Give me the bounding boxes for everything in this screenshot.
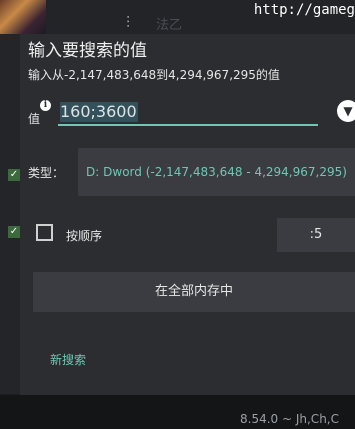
- type-label: 类型：: [28, 166, 65, 180]
- order-label: 按顺序: [66, 229, 103, 243]
- game-avatar: [0, 0, 46, 34]
- memory-range-button[interactable]: 在全部内存中: [33, 272, 355, 312]
- info-icon[interactable]: i: [40, 100, 51, 111]
- dialog-subtitle: 输入从-2,147,483,648到4,294,967,295的值: [28, 68, 280, 82]
- order-checkbox[interactable]: [36, 224, 53, 241]
- dialog-title: 输入要搜索的值: [28, 41, 147, 61]
- list-check-icon: ✓: [8, 226, 20, 238]
- type-select-button[interactable]: D: Dword (-2,147,483,648 - 4,294,967,295…: [78, 148, 355, 196]
- dropdown-arrow-icon[interactable]: ▼: [337, 100, 355, 122]
- step-button[interactable]: :5: [277, 218, 355, 252]
- value-label: 值: [28, 112, 41, 126]
- type-value: D: Dword (-2,147,483,648 - 4,294,967,295…: [86, 164, 347, 179]
- filter-icon: ⫶: [126, 13, 131, 32]
- version-label: 8.54.0 ~ Jh,Ch,C: [240, 412, 339, 426]
- list-check-icon: ✓: [8, 169, 20, 181]
- background-title: 法乙: [156, 18, 183, 33]
- background-list-strip: ✓ ✓: [0, 34, 20, 394]
- search-value-dialog: 输入要搜索的值 输入从-2,147,483,648到4,294,967,295的…: [20, 34, 355, 395]
- value-input[interactable]: [58, 98, 318, 126]
- new-search-button[interactable]: 新搜索: [50, 351, 86, 368]
- url-overlay: http://gameg: [253, 2, 355, 18]
